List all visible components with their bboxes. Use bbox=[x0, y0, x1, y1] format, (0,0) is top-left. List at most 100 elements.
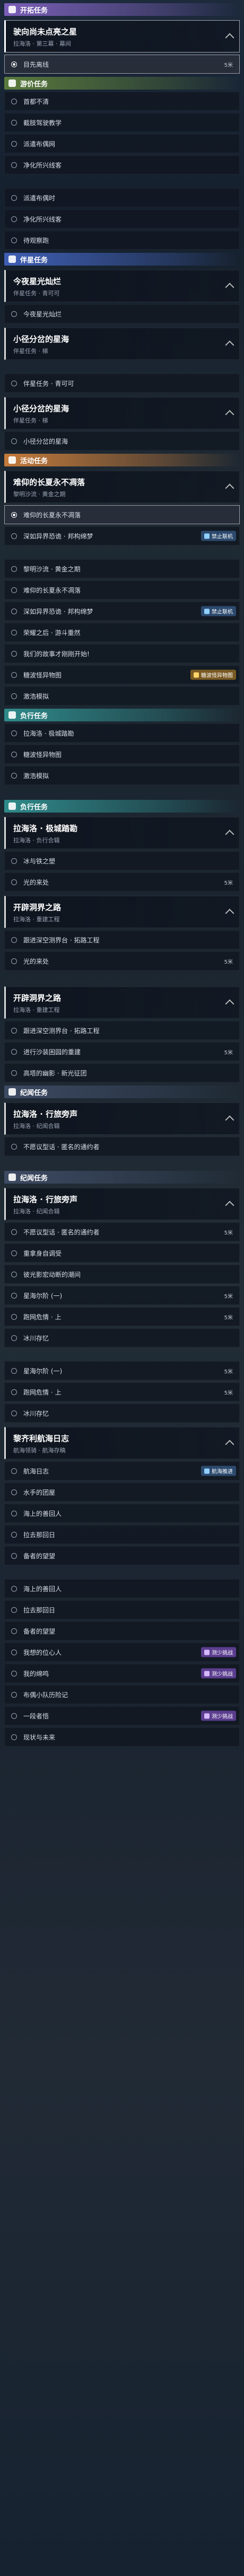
quest-step[interactable]: 深如异界恐诡 · 邦构绵梦 禁止联机 bbox=[4, 526, 240, 545]
quest-card[interactable]: 开辟洞界之路 拉海洛 · 重建工程 bbox=[4, 986, 240, 1019]
quest-step[interactable]: 光的来处 5米 bbox=[4, 951, 240, 971]
quest-step[interactable]: 重拿身自调受 bbox=[4, 1243, 240, 1263]
quest-step[interactable]: 净化所兴线客 bbox=[4, 155, 240, 174]
category-header[interactable]: 负行任务 bbox=[4, 800, 240, 813]
step-label: 星海尔阶 (一) bbox=[23, 1367, 63, 1375]
step-marker-icon bbox=[11, 1649, 17, 1655]
step-marker-icon bbox=[11, 1271, 17, 1277]
quest-step[interactable]: 拉去那回日 bbox=[4, 1525, 240, 1544]
quest-step[interactable]: 伴星任务 · 青可可 bbox=[4, 374, 240, 393]
quest-step[interactable]: 不愿议型话 · 匿名的通约者 5米 bbox=[4, 1222, 240, 1241]
quest-step[interactable]: 激浩模拟 bbox=[4, 766, 240, 785]
quest-step[interactable]: 冰川存忆 bbox=[4, 1328, 240, 1347]
category-header[interactable]: 活动任务 bbox=[4, 454, 240, 466]
badge-label: 糖波怪异物图 bbox=[201, 673, 233, 679]
quest-step[interactable]: 深如异界恐诡 · 邦构绵梦 禁止联机 bbox=[4, 602, 240, 621]
quest-card[interactable]: 拉海洛 · 行旅旁声 拉海洛 · 纪闻合辑 bbox=[4, 1188, 240, 1220]
quest-step[interactable]: 我的绵鸣 测少挑战 bbox=[4, 1664, 240, 1683]
quest-subtitle: 伴星任务 · 梯 bbox=[13, 417, 48, 424]
step-marker-icon bbox=[11, 672, 17, 678]
quest-step[interactable]: 一段者悟 测少挑战 bbox=[4, 1706, 240, 1725]
step-label: 我们的故事才刚刚开始! bbox=[23, 650, 90, 658]
quest-step[interactable]: 我想的位心人 测少挑战 bbox=[4, 1643, 240, 1662]
category-header[interactable]: 纪闻任务 bbox=[4, 1171, 240, 1184]
step-marker-icon bbox=[11, 1713, 17, 1719]
quest-card[interactable]: 今夜星光灿烂 伴星任务 · 青可可 bbox=[4, 270, 240, 302]
quest-card[interactable]: 开辟洞界之路 拉海洛 · 重建工程 bbox=[4, 896, 240, 928]
quest-step[interactable]: 备者的望望 bbox=[4, 1546, 240, 1565]
category-header[interactable]: 纪闻任务 bbox=[4, 1086, 240, 1098]
quest-card[interactable]: 难仰的长夏永不凋落 黎明沙流 · 黄金之期 bbox=[4, 471, 240, 503]
quest-card[interactable]: 拉海洛 · 极城踏勘 拉海洛 · 负行合辑 bbox=[4, 817, 240, 849]
quest-step[interactable]: 派遣布偶时 bbox=[4, 188, 240, 207]
step-label: 现状与未来 bbox=[23, 1733, 56, 1741]
quest-step[interactable]: 黎明沙流 · 黄金之期 bbox=[4, 559, 240, 578]
quest-card[interactable]: 小径分岔的星海 伴星任务 · 梯 bbox=[4, 397, 240, 429]
quest-step[interactable]: 星海尔阶 (一) 5米 bbox=[4, 1286, 240, 1305]
quest-step[interactable]: 跟进深空测界台 · 拓路工程 bbox=[4, 1021, 240, 1040]
quest-step[interactable]: 糖波怪异物图 糖波怪异物图 bbox=[4, 665, 240, 684]
step-marker-icon bbox=[11, 1335, 17, 1341]
quest-step[interactable]: 目先离线 5米 bbox=[4, 55, 240, 74]
quest-log-list: 开拓任务驶向尚未点亮之星 拉海洛 · 第三幕 · 幕间目先离线 5米游价任务首都不清… bbox=[4, 0, 240, 1746]
quest-title: 小径分岔的星海 bbox=[13, 334, 69, 344]
quest-step[interactable]: 跑网危情 · 上 5米 bbox=[4, 1382, 240, 1401]
category-header[interactable]: 开拓任务 bbox=[4, 3, 240, 16]
step-label: 难仰的长夏永不凋落 bbox=[23, 586, 81, 594]
step-distance: 5米 bbox=[224, 1369, 233, 1375]
quest-step[interactable]: 拉去那回日 bbox=[4, 1600, 240, 1619]
quest-step[interactable]: 水手的团屋 bbox=[4, 1483, 240, 1502]
badge-icon bbox=[194, 672, 199, 677]
quest-step[interactable]: 高塔的幽影 · 新光征团 bbox=[4, 1063, 240, 1082]
category-header[interactable]: 负行任务 bbox=[4, 709, 240, 721]
quest-step[interactable]: 净化所兴线客 bbox=[4, 209, 240, 228]
step-marker-icon bbox=[11, 1143, 17, 1150]
quest-step[interactable]: 首都不清 bbox=[4, 92, 240, 111]
quest-step[interactable]: 荣耀之后 · 游斗重然 bbox=[4, 623, 240, 642]
quest-step[interactable]: 待观察跑 bbox=[4, 231, 240, 250]
category-header[interactable]: 伴星任务 bbox=[4, 253, 240, 266]
quest-step[interactable]: 糖波怪异物图 bbox=[4, 745, 240, 764]
quest-card[interactable]: 黎齐利航海日志 航海领骑 · 航海存稿 bbox=[4, 1427, 240, 1459]
category-header[interactable]: 游价任务 bbox=[4, 77, 240, 90]
quest-step[interactable]: 彼光影宏动断的潮间 bbox=[4, 1265, 240, 1284]
step-label: 荣耀之后 · 游斗重然 bbox=[23, 629, 81, 637]
quest-step[interactable]: 现状与未来 bbox=[4, 1727, 240, 1746]
step-label: 重拿身自调受 bbox=[23, 1249, 62, 1257]
quest-step[interactable]: 跟进深空测界台 · 拓路工程 bbox=[4, 930, 240, 949]
quest-step[interactable]: 小径分岔的星海 bbox=[4, 431, 240, 451]
quest-step[interactable]: 星海尔阶 (一) 5米 bbox=[4, 1361, 240, 1380]
quest-card[interactable]: 拉海洛 · 行旅旁声 拉海洛 · 纪闻合辑 bbox=[4, 1102, 240, 1135]
quest-step[interactable]: 航海日志 航海推进 bbox=[4, 1461, 240, 1480]
quest-step[interactable]: 截肢驾驶教学 bbox=[4, 113, 240, 132]
quest-card[interactable]: 驶向尚未点亮之星 拉海洛 · 第三幕 · 幕间 bbox=[4, 20, 240, 52]
quest-step[interactable]: 备者的望望 bbox=[4, 1621, 240, 1640]
step-label: 备者的望望 bbox=[23, 1552, 56, 1560]
quest-step[interactable]: 难仰的长夏永不凋落 bbox=[4, 580, 240, 599]
quest-step[interactable]: 进行沙装困园的重建 5米 bbox=[4, 1042, 240, 1061]
step-marker-icon bbox=[11, 1410, 17, 1416]
quest-step[interactable]: 光的来处 5米 bbox=[4, 872, 240, 892]
step-label: 今夜星光灿烂 bbox=[23, 310, 62, 318]
badge-label: 航海推进 bbox=[212, 1469, 233, 1475]
category-icon bbox=[8, 711, 16, 719]
quest-step[interactable]: 布偶小队历险记 bbox=[4, 1685, 240, 1704]
quest-step[interactable]: 激浩模拟 bbox=[4, 686, 240, 705]
quest-step[interactable]: 今夜星光灿烂 bbox=[4, 304, 240, 323]
quest-step[interactable]: 拉海洛 · 极城踏勘 bbox=[4, 724, 240, 743]
category-icon bbox=[8, 802, 16, 810]
quest-card[interactable]: 小径分岔的星海 伴星任务 · 梯 bbox=[4, 328, 240, 360]
quest-step[interactable]: 不愿议型话 · 匿名的通约者 bbox=[4, 1137, 240, 1156]
quest-step[interactable]: 海上的善回人 bbox=[4, 1504, 240, 1523]
step-label: 冰川存忆 bbox=[23, 1334, 49, 1342]
quest-step[interactable]: 难仰的长夏永不凋落 bbox=[4, 505, 240, 524]
quest-step[interactable]: 跑网危情 · 上 5米 bbox=[4, 1307, 240, 1326]
quest-step[interactable]: 我们的故事才刚刚开始! bbox=[4, 644, 240, 663]
quest-step[interactable]: 海上的善回人 bbox=[4, 1579, 240, 1598]
step-marker-icon bbox=[11, 693, 17, 699]
quest-step[interactable]: 冰川存忆 bbox=[4, 1404, 240, 1423]
quest-step[interactable]: 派遣布偶网 bbox=[4, 134, 240, 153]
badge-icon bbox=[204, 1649, 210, 1655]
quest-step[interactable]: 冰与铁之塑 bbox=[4, 851, 240, 870]
